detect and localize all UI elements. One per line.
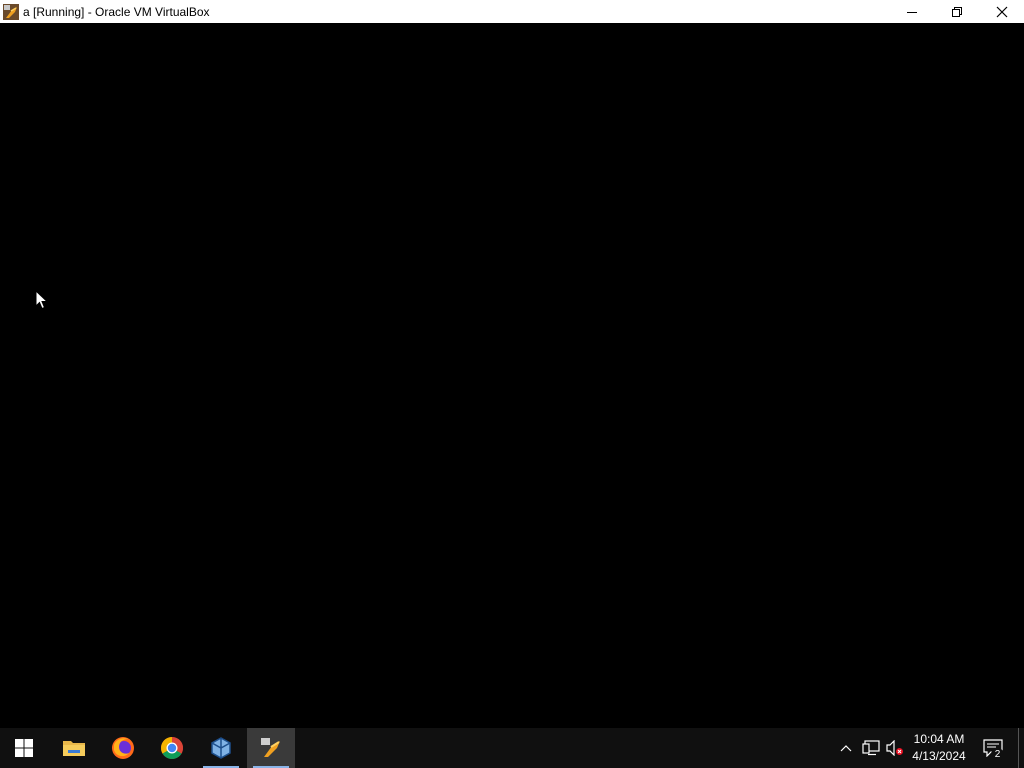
action-center-button[interactable]: 2 xyxy=(978,728,1008,768)
clock-time: 10:04 AM xyxy=(913,732,965,746)
window-title: a [Running] - Oracle VM VirtualBox xyxy=(23,4,210,19)
windows-logo-icon xyxy=(15,739,33,757)
restore-icon xyxy=(951,6,962,17)
mouse-pointer-icon xyxy=(35,290,49,310)
vm-running-icon[interactable] xyxy=(3,3,19,20)
network-tray-button[interactable] xyxy=(860,728,882,768)
taskbar-chrome[interactable] xyxy=(148,728,196,768)
start-button[interactable] xyxy=(0,728,48,768)
vm-running-icon xyxy=(261,738,280,757)
show-desktop-button[interactable] xyxy=(1018,728,1024,768)
folder-icon xyxy=(63,741,85,756)
virtualbox-window: a [Running] - Oracle VM VirtualBox xyxy=(0,0,1024,728)
taskbar-firefox[interactable] xyxy=(99,728,147,768)
title-bar[interactable]: a [Running] - Oracle VM VirtualBox xyxy=(0,0,1024,23)
firefox-icon xyxy=(112,737,134,759)
taskbar-virtualbox-vm[interactable] xyxy=(247,728,295,768)
taskbar xyxy=(0,728,1024,768)
window-controls xyxy=(889,0,1024,23)
minimize-button[interactable] xyxy=(889,0,934,23)
taskbar-virtualbox-manager[interactable] xyxy=(197,728,245,768)
show-hidden-icons-button[interactable] xyxy=(836,728,856,768)
virtualbox-icon xyxy=(211,737,231,759)
taskbar-clock[interactable]: 10:04 AM 4/13/2024 xyxy=(906,728,972,768)
taskbar-file-explorer[interactable] xyxy=(50,728,98,768)
close-icon xyxy=(996,6,1007,17)
network-icon xyxy=(862,740,880,756)
close-button[interactable] xyxy=(979,0,1024,23)
chevron-up-icon xyxy=(840,745,852,752)
minimize-icon xyxy=(906,11,917,13)
vm-display[interactable] xyxy=(0,23,1024,728)
clock-date: 4/13/2024 xyxy=(912,749,966,763)
notification-count-badge: 2 xyxy=(991,748,1004,761)
restore-button[interactable] xyxy=(934,0,979,23)
chrome-icon xyxy=(161,737,183,759)
volume-tray-button[interactable] xyxy=(884,728,906,768)
volume-muted-icon xyxy=(886,740,903,756)
